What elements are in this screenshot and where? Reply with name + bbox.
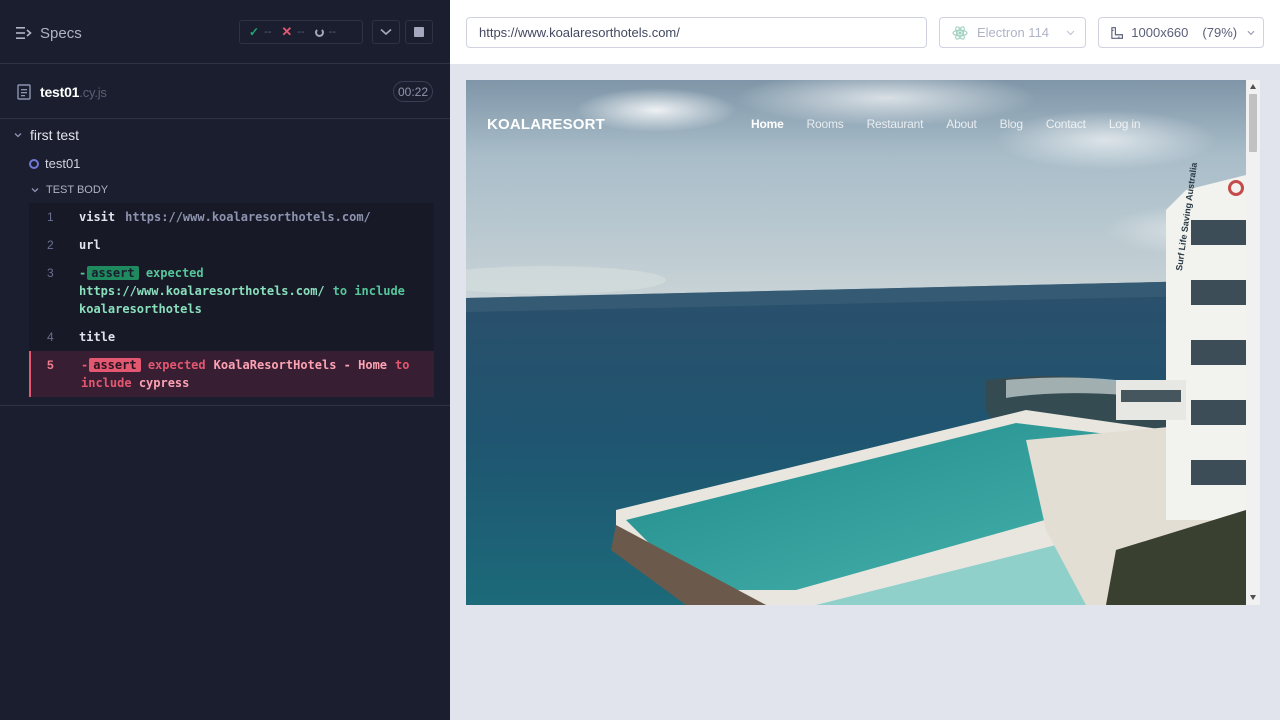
iframe-scrollbar[interactable] bbox=[1246, 80, 1260, 605]
collapse-all-button[interactable] bbox=[372, 20, 400, 44]
nav-contact[interactable]: Contact bbox=[1046, 117, 1086, 131]
url-input[interactable]: https://www.koalaresorthotels.com/ bbox=[466, 17, 927, 48]
command-number: 3 bbox=[47, 266, 54, 280]
viewport-scale: (79%) bbox=[1202, 25, 1238, 40]
specs-label: Specs bbox=[40, 24, 82, 42]
reporter-panel: Specs ✓ -- ✕ -- -- test01.cy.js 00:22 fi… bbox=[0, 0, 450, 720]
spec-file-name[interactable]: test01.cy.js bbox=[40, 84, 107, 100]
test-stats: ✓ -- ✕ -- -- bbox=[239, 20, 363, 44]
browser-name: Electron 114 bbox=[977, 25, 1050, 40]
nav-restaurant[interactable]: Restaurant bbox=[867, 117, 924, 131]
test-row[interactable]: test01 bbox=[29, 156, 80, 171]
scroll-down-arrow-icon[interactable] bbox=[1250, 595, 1256, 600]
assert-word: expected bbox=[147, 358, 206, 372]
caret-down-icon bbox=[31, 188, 39, 193]
assert-expected: cypress bbox=[138, 376, 190, 390]
command-number: 2 bbox=[47, 238, 54, 252]
pending-stat: -- bbox=[314, 26, 336, 38]
command-row-assert-fail[interactable]: 5 - assert expected KoalaResortHotels - Ho… bbox=[29, 351, 434, 397]
command-number: 1 bbox=[47, 210, 54, 224]
aut-header: https://www.koalaresorthotels.com/ Elect… bbox=[450, 0, 1280, 64]
command-arg: https://www.koalaresorthotels.com/ bbox=[125, 210, 371, 224]
suite-row[interactable]: first test bbox=[14, 127, 79, 143]
browser-selector[interactable]: Electron 114 bbox=[939, 17, 1086, 48]
file-icon bbox=[17, 84, 31, 100]
site-nav: Home Rooms Restaurant About Blog Contact… bbox=[751, 117, 1163, 131]
check-icon: ✓ bbox=[249, 25, 260, 39]
chevron-down-icon bbox=[1066, 30, 1075, 35]
chevron-down-icon bbox=[380, 28, 392, 36]
assert-word: expected bbox=[145, 266, 204, 280]
command-log: 1 visit https://www.koalaresorthotels.com… bbox=[29, 203, 434, 397]
command-row[interactable]: 1 visit https://www.koalaresorthotels.com… bbox=[29, 203, 434, 231]
command-name: url bbox=[79, 238, 101, 252]
spec-duration: 00:22 bbox=[393, 81, 433, 102]
command-name: title bbox=[79, 330, 116, 344]
nav-blog[interactable]: Blog bbox=[1000, 117, 1023, 131]
caret-down-icon bbox=[14, 133, 22, 138]
nav-login[interactable]: Log in bbox=[1109, 117, 1141, 131]
passed-count: -- bbox=[264, 26, 272, 38]
command-row-assert-pass[interactable]: 3 - assert expected https://www.koalareso… bbox=[29, 259, 434, 323]
command-row[interactable]: 2 url bbox=[29, 231, 434, 259]
reporter-header: Specs ✓ -- ✕ -- -- bbox=[0, 0, 450, 64]
pending-spinner-icon bbox=[314, 27, 324, 37]
command-number: 5 bbox=[47, 358, 54, 372]
viewport-selector[interactable]: 1000x660 (79%) bbox=[1098, 17, 1264, 48]
x-icon: ✕ bbox=[281, 24, 293, 39]
suite-title: first test bbox=[30, 127, 80, 143]
pending-count: -- bbox=[328, 26, 336, 38]
aut-iframe[interactable]: KOALARESORT Home Rooms Restaurant About … bbox=[466, 80, 1260, 605]
specs-list-icon bbox=[16, 27, 32, 39]
nav-about[interactable]: About bbox=[946, 117, 977, 131]
spec-name-text: test01 bbox=[40, 84, 80, 100]
command-row[interactable]: 4 title bbox=[29, 323, 434, 351]
assert-actual: KoalaResortHotels - Home bbox=[213, 358, 388, 372]
failed-stat: ✕ -- bbox=[281, 24, 304, 40]
scroll-up-arrow-icon[interactable] bbox=[1250, 84, 1256, 89]
assert-expected: koalaresorthotels bbox=[79, 302, 202, 316]
app-under-test-panel: https://www.koalaresorthotels.com/ Elect… bbox=[450, 0, 1280, 720]
running-status-icon bbox=[29, 158, 39, 169]
test-body-label: TEST BODY bbox=[46, 184, 109, 196]
stop-icon bbox=[414, 27, 424, 37]
passed-stat: ✓ -- bbox=[249, 25, 271, 39]
spec-extension: .cy.js bbox=[79, 85, 107, 100]
viewport-size: 1000x660 bbox=[1131, 25, 1189, 40]
scrollbar-thumb[interactable] bbox=[1249, 94, 1257, 152]
command-number: 4 bbox=[47, 330, 54, 344]
failed-count: -- bbox=[297, 26, 305, 38]
electron-icon bbox=[952, 25, 968, 40]
assert-badge: assert bbox=[89, 358, 141, 372]
nav-home[interactable]: Home bbox=[751, 117, 784, 131]
test-body-toggle[interactable]: TEST BODY bbox=[31, 184, 108, 196]
divider bbox=[0, 405, 450, 406]
ruler-icon bbox=[1111, 26, 1123, 39]
command-dash: - bbox=[79, 266, 87, 280]
specs-button[interactable]: Specs bbox=[16, 22, 82, 44]
nav-rooms[interactable]: Rooms bbox=[807, 117, 844, 131]
chevron-down-icon bbox=[1247, 30, 1255, 35]
command-name: visit bbox=[79, 210, 116, 224]
assert-actual: https://www.koalaresorthotels.com/ bbox=[79, 284, 325, 298]
command-dash: - bbox=[81, 358, 89, 372]
hero-image bbox=[466, 80, 1246, 605]
test-title: test01 bbox=[45, 156, 81, 171]
assert-word: to include bbox=[332, 284, 405, 298]
stop-button[interactable] bbox=[405, 20, 433, 44]
site-logo[interactable]: KOALARESORT bbox=[487, 116, 605, 133]
assert-badge: assert bbox=[87, 266, 139, 280]
